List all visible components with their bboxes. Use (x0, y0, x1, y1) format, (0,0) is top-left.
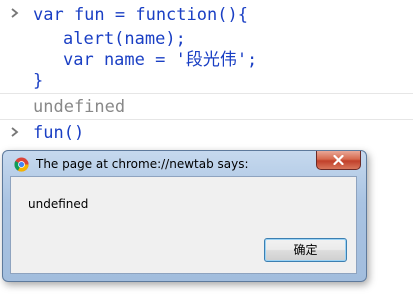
dialog-title-bar[interactable]: The page at chrome://newtab says: (3, 151, 366, 175)
code-line: fun() (33, 123, 85, 143)
prompt-chevron-icon (10, 127, 20, 137)
dialog-body: undefined 确定 (10, 176, 357, 274)
dialog-title: The page at chrome://newtab says: (36, 157, 249, 171)
dialog-message: undefined (28, 197, 89, 211)
console-output: undefined (33, 97, 126, 117)
prompt-chevron-icon (10, 8, 20, 18)
close-button[interactable] (316, 151, 361, 170)
code-line: alert(name); (63, 29, 186, 49)
close-icon (333, 155, 344, 165)
code-line: var fun = function(){ (33, 5, 248, 25)
alert-dialog: The page at chrome://newtab says: undefi… (2, 150, 367, 282)
ok-button[interactable]: 确定 (264, 238, 347, 262)
console-divider (0, 93, 413, 94)
console-divider (0, 119, 413, 120)
code-line: } (33, 71, 44, 91)
chrome-logo-icon (14, 157, 29, 172)
code-line: var name = '段光伟'; (63, 50, 258, 70)
